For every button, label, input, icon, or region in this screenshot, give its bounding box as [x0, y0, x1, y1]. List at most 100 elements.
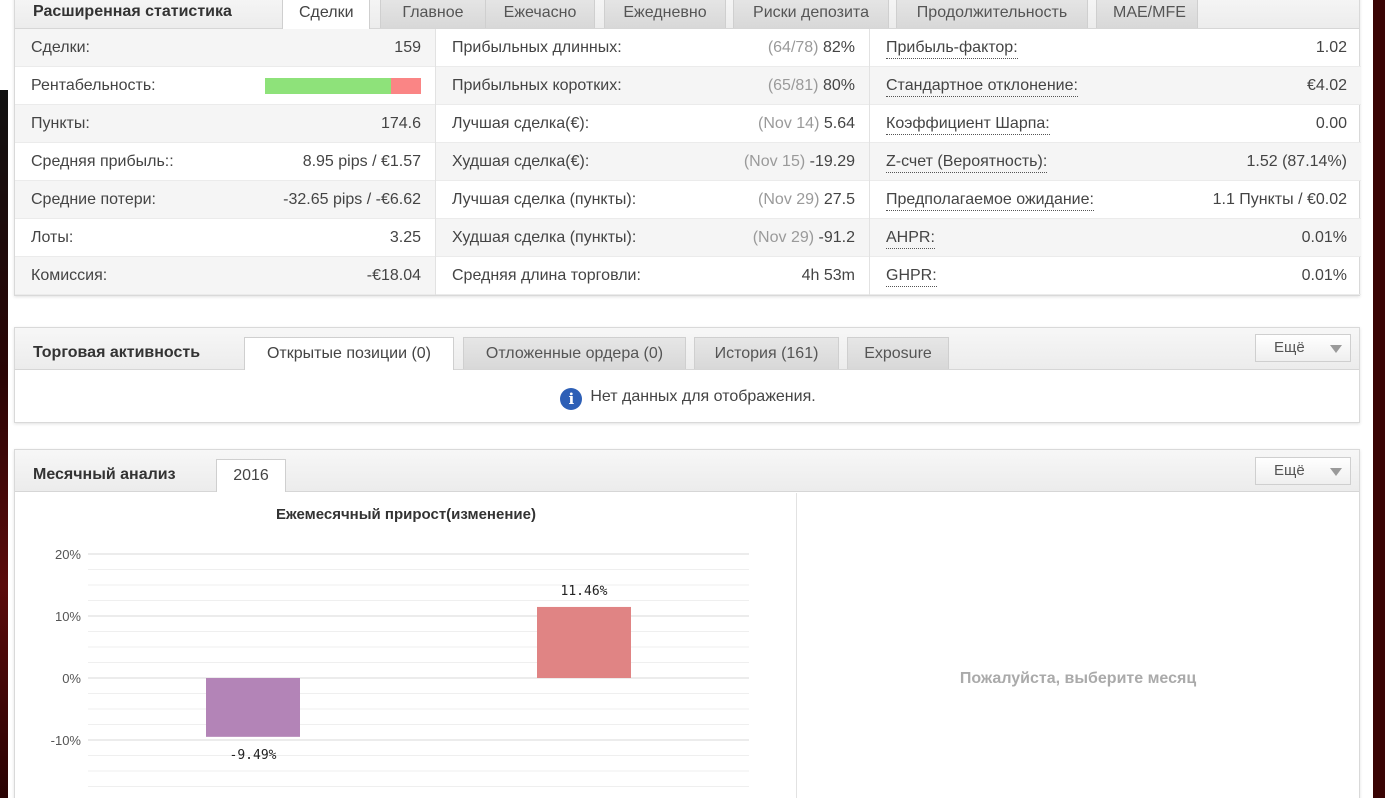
stat-label-sharpe[interactable]: Коэффициент Шарпа:: [886, 114, 1050, 135]
stat-label: Прибыльных длинных:: [452, 39, 622, 56]
tab-year-2016[interactable]: 2016: [216, 459, 286, 492]
stat-row: AHPR: 0.01%: [870, 219, 1361, 257]
advanced-stats-title: Расширенная статистика: [33, 3, 232, 20]
stat-row: Худшая сделка (пункты): (Nov 29) -91.2: [436, 219, 869, 257]
stat-sub-value: (Nov 29): [758, 191, 820, 208]
stat-label: Сделки:: [31, 39, 90, 56]
profitability-loss-segment: [391, 78, 421, 94]
tab-history[interactable]: История (161): [694, 337, 839, 369]
y-tick-label: 10%: [55, 609, 81, 624]
stat-label-ghpr[interactable]: GHPR:: [886, 266, 937, 287]
y-tick-label: 0%: [62, 671, 81, 686]
stat-main-value: -19.29: [809, 153, 855, 170]
stat-row: GHPR: 0.01%: [870, 257, 1361, 295]
more-dropdown[interactable]: Ещё: [1255, 334, 1351, 362]
stat-main-value: 5.64: [823, 115, 855, 132]
chevron-down-icon: [1330, 468, 1342, 476]
stat-label-profit-factor[interactable]: Прибыль-фактор:: [886, 38, 1018, 59]
tab-exposure[interactable]: Exposure: [847, 337, 949, 369]
tab-open-positions[interactable]: Открытые позиции (0): [244, 337, 454, 370]
info-icon: i: [560, 388, 583, 410]
stat-value: 8.95 pips / €1.57: [302, 153, 421, 170]
stat-label-expectancy[interactable]: Предполагаемое ожидание:: [886, 190, 1094, 211]
stat-value: (Nov 15) -19.29: [744, 143, 855, 181]
tab-mae-mfe[interactable]: MAE/MFE: [1096, 0, 1198, 28]
stat-label: Прибыльных коротких:: [452, 77, 622, 94]
empty-message: Нет данных для отображения.: [590, 388, 816, 405]
stat-value: -32.65 pips / -€6.62: [283, 191, 421, 208]
stat-row: Прибыльных длинных: (64/78) 82%: [436, 29, 869, 67]
stat-value: 0.01%: [1301, 229, 1347, 246]
tab-trades[interactable]: Сделки: [282, 0, 370, 29]
tab-hourly[interactable]: Ежечасно: [485, 0, 595, 28]
stat-value: (64/78) 82%: [768, 29, 855, 67]
stat-label-std-dev[interactable]: Стандартное отклонение:: [886, 76, 1078, 97]
stat-value: (Nov 29) 27.5: [758, 181, 855, 219]
stat-row: Средняя длина торговли: 4h 53m: [436, 257, 869, 295]
stat-row: Лоты: 3.25: [15, 219, 435, 257]
stat-row: Сделки: 159: [15, 29, 435, 67]
stat-label: Средние потери:: [31, 191, 156, 208]
more-label: Ещё: [1274, 339, 1305, 356]
stat-label: Пункты:: [31, 115, 90, 132]
stat-label: Худшая сделка (пункты):: [452, 229, 637, 246]
stat-main-value: 27.5: [823, 191, 855, 208]
stats-column-2: Прибыльных длинных: (64/78) 82% Прибыльны…: [436, 29, 870, 295]
trading-activity-panel: Торговая активность Открытые позиции (0)…: [14, 327, 1360, 423]
stat-row: Z-счет (Вероятность): 1.52 (87.14%): [870, 143, 1361, 181]
stat-value: 4h 53m: [801, 267, 855, 284]
stat-sub-value: (65/81): [767, 77, 819, 94]
stat-sub-value: (Nov 14): [758, 115, 820, 132]
stat-row: Стандартное отклонение: €4.02: [870, 67, 1361, 105]
profitability-win-segment: [265, 78, 392, 94]
stat-row: Предполагаемое ожидание: 1.1 Пункты / €0.…: [870, 181, 1361, 219]
stat-label: Лучшая сделка (пункты):: [452, 191, 637, 208]
stats-column-1: Сделки: 159 Рентабельность: Пункты: 174.6 …: [15, 29, 436, 295]
stat-main-value: 82%: [822, 39, 855, 56]
trading-activity-header: Торговая активность Открытые позиции (0)…: [15, 328, 1359, 370]
stat-row: Лучшая сделка (пункты): (Nov 29) 27.5: [436, 181, 869, 219]
tab-deposit-risk[interactable]: Риски депозита: [733, 0, 889, 28]
stat-value: (Nov 14) 5.64: [758, 105, 855, 143]
profitability-bar: [265, 78, 421, 94]
bar-data-label: 11.46%: [561, 584, 608, 599]
stat-value: 3.25: [389, 229, 421, 246]
stat-sub-value: (64/78): [767, 39, 819, 56]
stat-row: Пункты: 174.6: [15, 105, 435, 143]
stat-value: (65/81) 80%: [768, 67, 855, 105]
stat-main-value: -91.2: [818, 229, 855, 246]
tab-daily[interactable]: Ежедневно: [604, 0, 726, 28]
tab-duration[interactable]: Продолжительность: [896, 0, 1088, 28]
stats-grid: Сделки: 159 Рентабельность: Пункты: 174.6 …: [15, 29, 1361, 295]
tab-pending-orders[interactable]: Отложенные ордера (0): [463, 337, 686, 369]
select-month-placeholder: Пожалуйста, выберите месяц: [959, 670, 1197, 687]
tab-general[interactable]: Главное: [380, 0, 486, 28]
stat-label: Комиссия:: [31, 267, 108, 284]
stat-value: 0.01%: [1301, 267, 1347, 284]
stat-value: 1.1 Пункты / €0.02: [1212, 191, 1347, 208]
more-dropdown[interactable]: Ещё: [1255, 457, 1351, 485]
stat-row-profitability: Рентабельность:: [15, 67, 435, 105]
stat-row: Коэффициент Шарпа: 0.00: [870, 105, 1361, 143]
stat-value: -€18.04: [366, 267, 421, 284]
stat-row: Средние потери: -32.65 pips / -€6.62: [15, 181, 435, 219]
stat-row: Прибыль-фактор: 1.02: [870, 29, 1361, 67]
stat-label: Лучшая сделка(€):: [452, 115, 590, 132]
stat-row: Лучшая сделка(€): (Nov 14) 5.64: [436, 105, 869, 143]
monthly-analysis-panel: Месячный анализ 2016 Ещё Ежемесячный при…: [14, 449, 1360, 798]
monthly-growth-chart: Ежемесячный прирост(изменение) 20% 10% 0% -…: [15, 493, 797, 798]
stat-label-ahpr[interactable]: AHPR:: [886, 228, 935, 249]
bar[interactable]: [206, 678, 300, 737]
background-strip-left: [0, 90, 8, 798]
stat-label: Средняя длина торговли:: [452, 267, 641, 284]
chevron-down-icon: [1330, 345, 1342, 353]
bar[interactable]: [537, 606, 631, 678]
stat-sub-value: (Nov 29): [752, 229, 815, 246]
stat-label: Худшая сделка(€):: [452, 153, 590, 170]
stat-label-z-score[interactable]: Z-счет (Вероятность):: [886, 152, 1048, 173]
stat-row: Прибыльных коротких: (65/81) 80%: [436, 67, 869, 105]
stat-sub-value: (Nov 15): [743, 153, 806, 170]
empty-state: i Нет данных для отображения.: [15, 371, 1361, 423]
trading-activity-title: Торговая активность: [33, 344, 201, 361]
stat-value: (Nov 29) -91.2: [753, 219, 855, 257]
